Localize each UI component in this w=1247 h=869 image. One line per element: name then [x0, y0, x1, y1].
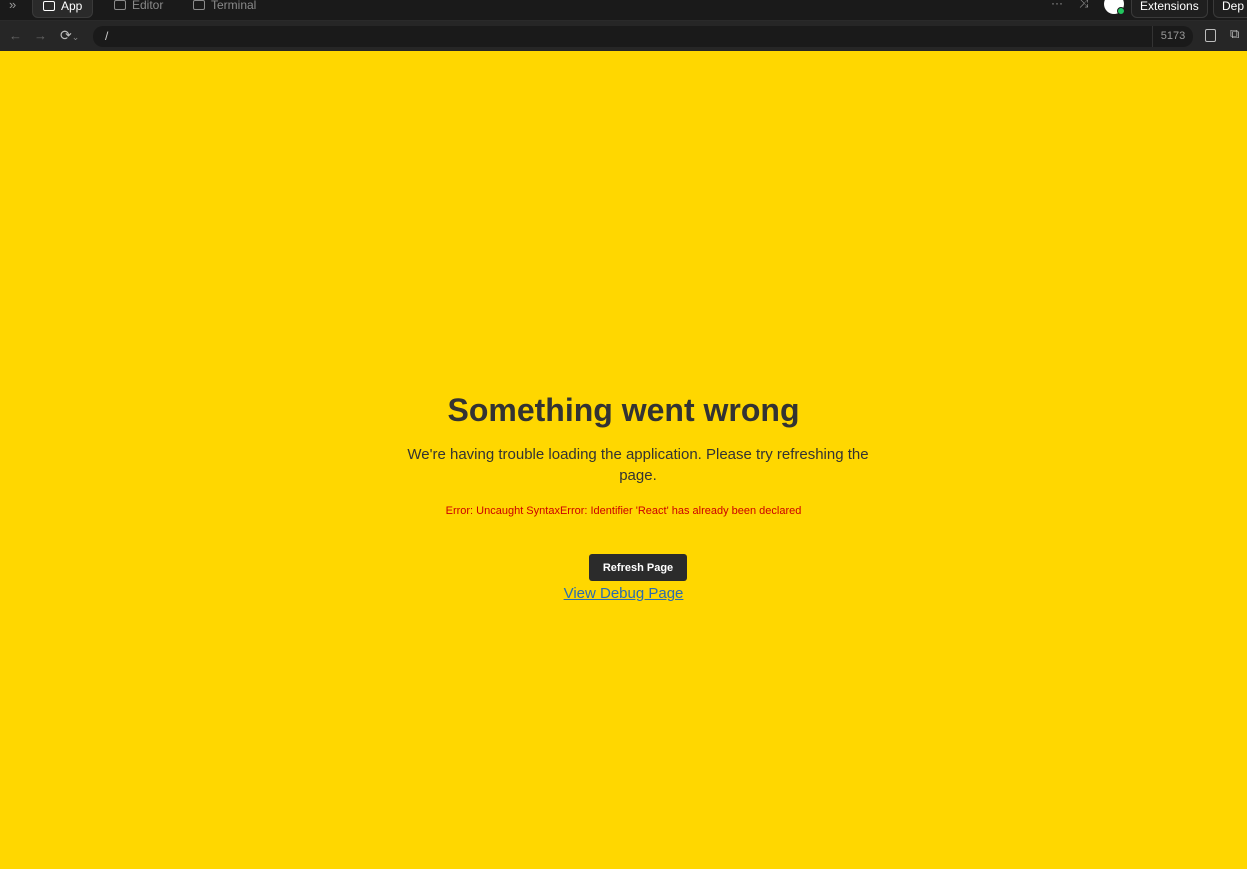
- expand-sidebar-icon[interactable]: »: [9, 0, 16, 12]
- page-title: Something went wrong: [447, 392, 800, 428]
- tab-app-label: App: [61, 0, 83, 13]
- back-arrow-icon[interactable]: ←: [9, 28, 22, 43]
- open-external-icon[interactable]: ⧉: [1230, 26, 1239, 42]
- more-options-icon[interactable]: ···: [1051, 0, 1063, 10]
- refresh-icon[interactable]: ⟳⌄: [60, 27, 79, 44]
- url-path: /: [105, 29, 109, 43]
- deploy-button[interactable]: Dep: [1213, 0, 1247, 18]
- tab-editor[interactable]: Editor: [104, 0, 173, 16]
- top-toolbar: » App Editor Terminal ··· ⤨ Extensions D…: [0, 0, 1247, 21]
- app-window-icon: [43, 1, 55, 11]
- files-icon: [114, 0, 126, 10]
- tab-terminal-label: Terminal: [211, 0, 257, 12]
- tab-app[interactable]: App: [32, 0, 94, 18]
- github-icon[interactable]: [1104, 0, 1125, 15]
- forward-arrow-icon[interactable]: →: [34, 28, 47, 43]
- tab-terminal[interactable]: Terminal: [183, 0, 266, 16]
- refresh-page-button[interactable]: Refresh Page: [589, 554, 687, 581]
- error-description: We're having trouble loading the applica…: [407, 446, 869, 484]
- tab-editor-label: Editor: [132, 0, 164, 12]
- url-bar-row: ← → ⟳⌄ / 5173 ⧉: [0, 21, 1247, 51]
- device-preview-icon[interactable]: [1205, 29, 1216, 42]
- view-debug-link-text[interactable]: View Debug Page: [564, 585, 684, 602]
- shuffle-icon[interactable]: ⤨: [1079, 0, 1089, 11]
- port-badge[interactable]: 5173: [1152, 26, 1193, 47]
- url-input[interactable]: / 5173: [93, 26, 1193, 47]
- terminal-icon: [193, 0, 205, 10]
- status-dot: [1117, 7, 1125, 15]
- view-debug-link: View Debug Page: [0, 585, 1247, 602]
- app-preview: Something went wrong We're having troubl…: [0, 51, 1247, 869]
- extensions-button[interactable]: Extensions: [1131, 0, 1208, 18]
- error-message: Error: Uncaught SyntaxError: Identifier …: [445, 505, 802, 517]
